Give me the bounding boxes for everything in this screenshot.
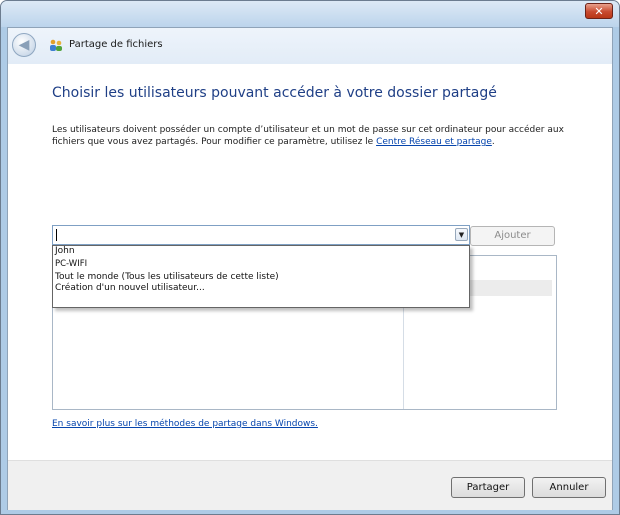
page-heading: Choisir les utilisateurs pouvant accéder…	[52, 85, 497, 101]
title-bar[interactable]: ✕	[1, 1, 619, 27]
share-button[interactable]: Partager	[451, 477, 525, 498]
dropdown-item-john[interactable]: John	[55, 246, 75, 257]
text-caret	[56, 229, 57, 241]
user-combobox[interactable]: ▼	[52, 225, 470, 245]
dialog-client-area: ◀ Partage de fichiers Choisir les utilis…	[7, 27, 613, 510]
users-share-icon	[50, 39, 62, 51]
combo-dropdown-list: John PC-WIFI Tout le monde (Tous les uti…	[52, 245, 470, 308]
dropdown-item-new-user[interactable]: Création d'un nouvel utilisateur...	[55, 283, 205, 294]
dropdown-item-everyone[interactable]: Tout le monde (Tous les utilisateurs de …	[55, 272, 279, 283]
back-button[interactable]: ◀	[12, 33, 36, 57]
add-button[interactable]: Ajouter	[470, 226, 555, 246]
dialog-footer: Partager Annuler	[8, 460, 612, 510]
cancel-button[interactable]: Annuler	[532, 477, 606, 498]
description-text: Les utilisateurs doivent posséder un com…	[52, 124, 592, 148]
window-title: Partage de fichiers	[69, 39, 163, 50]
close-button[interactable]: ✕	[585, 3, 613, 19]
learn-more-link[interactable]: En savoir plus sur les méthodes de parta…	[52, 419, 318, 429]
dropdown-item-pc-wifi[interactable]: PC-WIFI	[55, 259, 87, 270]
chevron-down-icon[interactable]: ▼	[455, 228, 468, 241]
description-end: .	[491, 137, 495, 147]
nav-bar: ◀ Partage de fichiers	[8, 28, 612, 64]
network-center-link[interactable]: Centre Réseau et partage	[376, 137, 492, 147]
dialog-window: ✕ ◀ Partage de fichiers Choisir les util…	[0, 0, 620, 515]
